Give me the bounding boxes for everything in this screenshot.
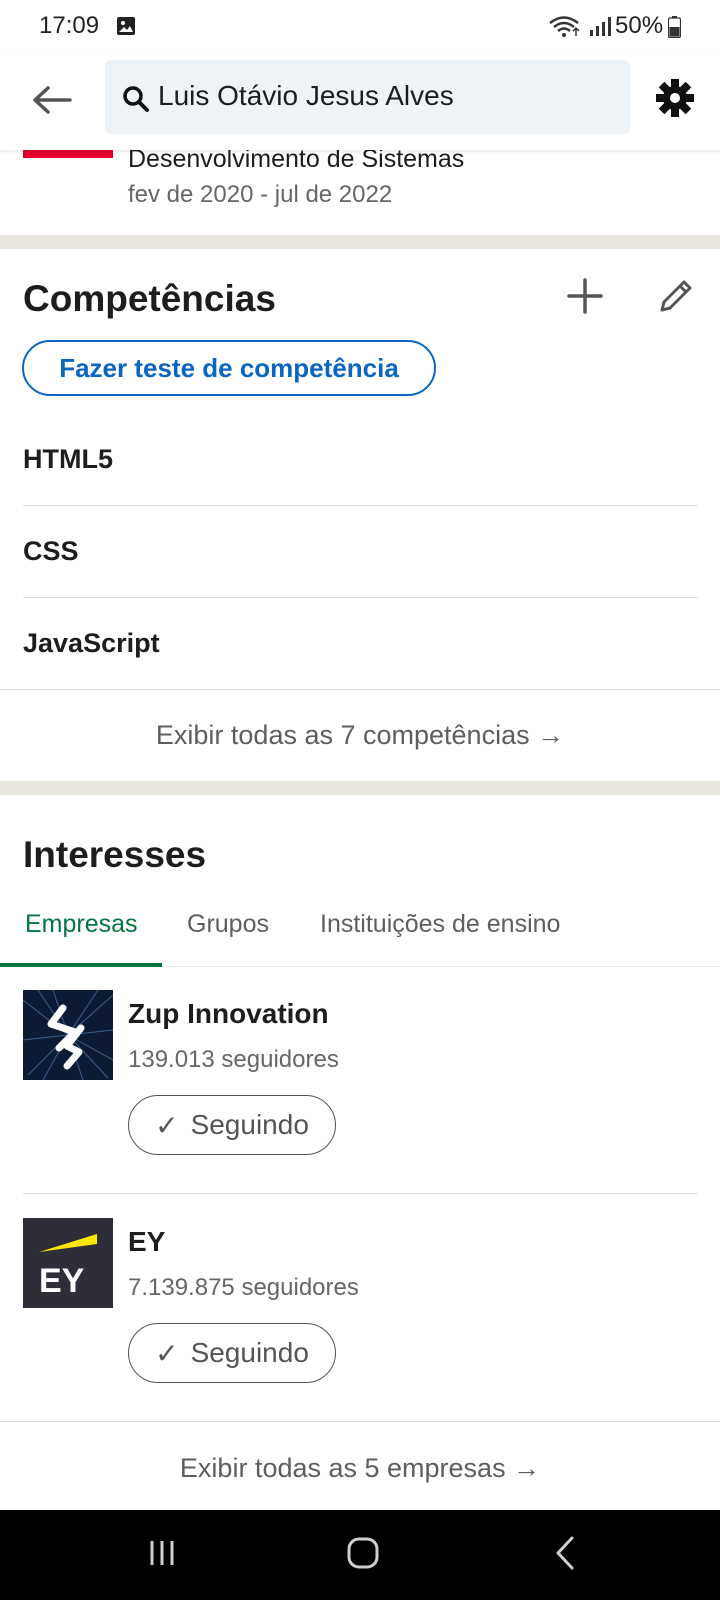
- home-icon[interactable]: [333, 1528, 393, 1578]
- company-name[interactable]: EY: [128, 1226, 165, 1258]
- battery-icon: [668, 16, 681, 38]
- tab-empresas[interactable]: Empresas: [25, 910, 138, 939]
- top-app-bar: Luis Otávio Jesus Alves: [0, 52, 720, 150]
- following-button[interactable]: ✓ Seguindo: [128, 1095, 336, 1155]
- battery-percent: 50%: [615, 12, 664, 39]
- divider: [23, 597, 698, 598]
- skill-item[interactable]: CSS: [23, 536, 79, 567]
- pencil-icon[interactable]: [654, 274, 698, 318]
- divider: [0, 1421, 720, 1422]
- check-icon: ✓: [155, 1337, 179, 1369]
- company-name[interactable]: Zup Innovation: [128, 998, 329, 1030]
- zup-innovation-logo[interactable]: [23, 990, 113, 1080]
- back-icon[interactable]: [536, 1528, 596, 1578]
- status-time: 17:09: [39, 12, 100, 39]
- skill-item[interactable]: HTML5: [23, 444, 113, 475]
- divider: [0, 689, 720, 690]
- company-followers: 7.139.875 seguidores: [128, 1274, 359, 1301]
- section-divider: [0, 781, 720, 795]
- recent-apps-icon[interactable]: [132, 1528, 192, 1578]
- gear-icon[interactable]: [653, 76, 697, 120]
- company-followers: 139.013 seguidores: [128, 1046, 339, 1073]
- search-icon: [123, 86, 149, 112]
- following-label: Seguindo: [190, 1337, 309, 1368]
- svg-text:EY: EY: [39, 1262, 85, 1300]
- skills-title: Competências: [23, 278, 276, 319]
- following-label: Seguindo: [190, 1109, 309, 1140]
- search-input[interactable]: Luis Otávio Jesus Alves: [105, 60, 630, 134]
- search-value: Luis Otávio Jesus Alves: [158, 80, 454, 111]
- check-icon: ✓: [155, 1109, 179, 1141]
- status-bar: 17:09 50%: [0, 0, 720, 52]
- wifi-icon: [549, 16, 580, 37]
- tab-instituicoes[interactable]: Instituições de ensino: [320, 910, 560, 939]
- following-button[interactable]: ✓ Seguindo: [128, 1323, 336, 1383]
- interests-title: Interesses: [23, 834, 207, 875]
- skill-test-button[interactable]: Fazer teste de competência: [22, 340, 436, 396]
- experience-date-range: fev de 2020 - jul de 2022: [128, 181, 393, 208]
- show-all-companies-link[interactable]: Exibir todas as 5 empresas →: [0, 1453, 720, 1484]
- divider: [23, 1193, 698, 1194]
- ey-logo[interactable]: EY: [23, 1218, 113, 1308]
- gallery-icon: [117, 17, 135, 35]
- tab-grupos[interactable]: Grupos: [187, 910, 269, 939]
- show-all-skills-link[interactable]: Exibir todas as 7 competências →: [0, 720, 720, 751]
- system-nav-bar: [0, 1510, 720, 1600]
- signal-icon: [590, 17, 611, 36]
- active-tab-indicator: [0, 963, 162, 967]
- divider: [23, 505, 698, 506]
- back-arrow-icon[interactable]: [30, 80, 74, 120]
- skill-item[interactable]: JavaScript: [23, 628, 160, 659]
- section-divider: [0, 235, 720, 249]
- plus-icon[interactable]: [563, 274, 607, 318]
